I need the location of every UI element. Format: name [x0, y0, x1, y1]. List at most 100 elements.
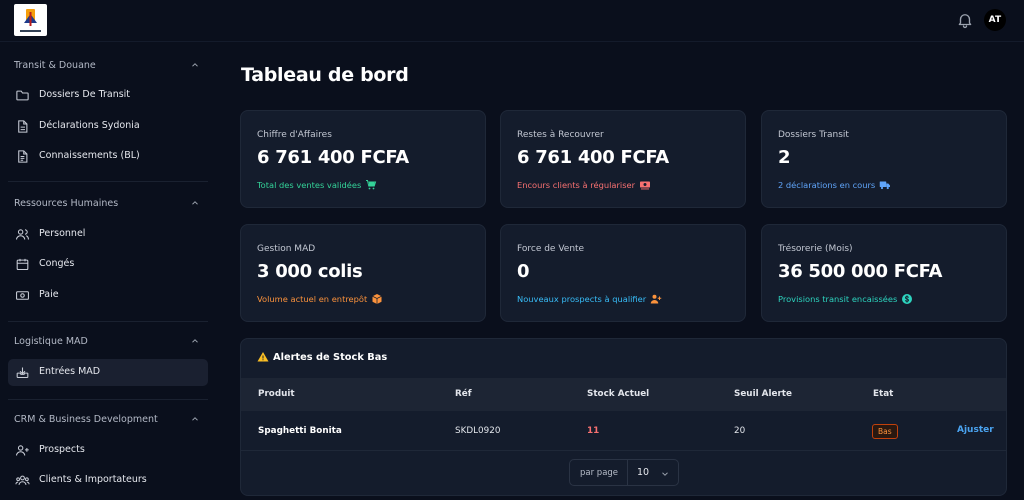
- kpi-subtitle-text: Encours clients à régulariser: [517, 180, 636, 190]
- kpi-value: 0: [517, 261, 530, 282]
- section-title: Logistique MAD: [14, 336, 88, 347]
- kpi-label: Restes à Recouvrer: [517, 130, 604, 140]
- sidebar-item-label: Entrées MAD: [39, 366, 101, 377]
- sidebar-item-prospects[interactable]: Prospects: [8, 437, 208, 464]
- kpi-subtitle: Nouveaux prospects à qualifier: [517, 293, 662, 305]
- adjust-button[interactable]: Ajuster: [957, 425, 994, 435]
- users-group-icon: [15, 475, 30, 485]
- sidebar-item-connaissements[interactable]: Connaissements (BL): [8, 143, 208, 170]
- sidebar-item-conges[interactable]: Congés: [8, 251, 208, 278]
- sidebar-section-ressources-humaines[interactable]: Ressources Humaines: [14, 198, 204, 212]
- top-bar: AT: [0, 0, 1024, 42]
- sidebar-item-label: Clients & Importateurs: [39, 474, 147, 485]
- kpi-value: 6 761 400 FCFA: [517, 147, 669, 168]
- kpi-label: Dossiers Transit: [778, 130, 849, 140]
- cart-icon: [366, 180, 377, 190]
- per-page-label: par page: [580, 468, 619, 478]
- kpi-subtitle: Encours clients à régulariser: [517, 179, 651, 191]
- sidebar-section-logistique-mad[interactable]: Logistique MAD: [14, 336, 204, 350]
- truck-icon: [879, 181, 891, 190]
- sidebar-item-label: Déclarations Sydonia: [39, 120, 140, 131]
- sidebar-item-paie[interactable]: Paie: [8, 282, 208, 309]
- kpi-label: Force de Vente: [517, 244, 585, 254]
- sidebar-item-entrees-mad[interactable]: Entrées MAD: [8, 359, 208, 386]
- kpi-card-force-de-vente: Force de Vente 0 Nouveaux prospects à qu…: [500, 224, 746, 322]
- sidebar-section-transit-douane[interactable]: Transit & Douane: [14, 60, 204, 74]
- cell-stock: 11: [587, 426, 600, 436]
- money-icon: [640, 181, 651, 190]
- user-avatar[interactable]: AT: [984, 9, 1006, 31]
- chevron-up-icon: [192, 339, 198, 343]
- column-header-ref[interactable]: Réf: [455, 389, 472, 399]
- kpi-subtitle-text: Nouveaux prospects à qualifier: [517, 294, 647, 304]
- kpi-label: Trésorerie (Mois): [778, 244, 853, 254]
- kpi-value: 6 761 400 FCFA: [257, 147, 409, 168]
- kpi-card-chiffre-affaires: Chiffre d'Affaires 6 761 400 FCFA Total …: [240, 110, 486, 208]
- sidebar-item-label: Prospects: [39, 444, 85, 455]
- sidebar-item-label: Congés: [39, 258, 75, 269]
- document-icon: [18, 120, 28, 133]
- column-header-stock-actuel[interactable]: Stock Actuel: [587, 389, 649, 399]
- page-title: Tableau de bord: [241, 64, 409, 86]
- sidebar-item-clients-importateurs[interactable]: Clients & Importateurs: [8, 467, 208, 494]
- kpi-value: 3 000 colis: [257, 261, 363, 282]
- kpi-value: 2: [778, 147, 791, 168]
- panel-title-text: Alertes de Stock Bas: [273, 351, 388, 363]
- cell-product: Spaghetti Bonita: [258, 426, 342, 436]
- sidebar-divider: [8, 399, 208, 400]
- kpi-label: Gestion MAD: [257, 244, 316, 254]
- column-header-etat[interactable]: Etat: [873, 389, 893, 399]
- company-logo[interactable]: [14, 4, 47, 36]
- kpi-label: Chiffre d'Affaires: [257, 130, 332, 140]
- sidebar-divider: [8, 321, 208, 322]
- kpi-card-dossiers-transit: Dossiers Transit 2 2 déclarations en cou…: [761, 110, 1007, 208]
- sidebar-item-declarations-sydonia[interactable]: Déclarations Sydonia: [8, 113, 208, 140]
- sidebar-item-label: Paie: [39, 289, 59, 300]
- sidebar: Transit & Douane Dossiers De Transit Déc…: [0, 43, 216, 500]
- kpi-card-restes-a-recouvrer: Restes à Recouvrer 6 761 400 FCFA Encour…: [500, 110, 746, 208]
- banknote-icon: [16, 291, 29, 300]
- per-page-value: 10: [637, 467, 650, 478]
- kpi-value: 36 500 000 FCFA: [778, 261, 943, 282]
- kpi-subtitle-text: Total des ventes validées: [257, 180, 362, 190]
- stock-alerts-panel: Alertes de Stock Bas Produit Réf Stock A…: [240, 338, 1007, 496]
- sidebar-section-crm[interactable]: CRM & Business Development: [14, 414, 204, 428]
- user-plus-icon: [650, 294, 662, 304]
- folder-icon: [16, 90, 29, 101]
- kpi-subtitle-text: Provisions transit encaissées: [778, 294, 898, 304]
- calendar-icon: [16, 258, 29, 271]
- cell-ref: SKDL0920: [455, 426, 501, 436]
- chevron-up-icon: [192, 201, 198, 205]
- sidebar-item-label: Personnel: [39, 228, 86, 239]
- sidebar-divider: [8, 181, 208, 182]
- document-lines-icon: [18, 150, 28, 163]
- table-header: Produit Réf Stock Actuel Seuil Alerte Et…: [241, 378, 1006, 411]
- kpi-subtitle: Volume actuel en entrepôt: [257, 293, 383, 305]
- panel-title: Alertes de Stock Bas: [257, 351, 387, 363]
- section-title: Ressources Humaines: [14, 198, 119, 209]
- chevron-up-icon: [192, 417, 198, 421]
- inbox-download-icon: [16, 367, 29, 379]
- column-header-produit[interactable]: Produit: [258, 389, 295, 399]
- per-page-select[interactable]: par page 10: [569, 459, 679, 486]
- column-header-seuil-alerte[interactable]: Seuil Alerte: [734, 389, 792, 399]
- chevron-up-icon: [192, 63, 198, 67]
- notification-bell-icon[interactable]: [956, 11, 974, 29]
- kpi-subtitle: 2 déclarations en cours: [778, 179, 891, 191]
- sidebar-item-label: Connaissements (BL): [39, 150, 140, 161]
- section-title: CRM & Business Development: [14, 414, 158, 425]
- chevron-down-icon: [662, 472, 668, 476]
- sidebar-item-personnel[interactable]: Personnel: [8, 221, 208, 248]
- table-row: Spaghetti Bonita SKDL0920 11 20 Bas Ajus…: [241, 411, 1006, 451]
- cell-threshold: 20: [734, 426, 746, 436]
- sidebar-item-label: Dossiers De Transit: [39, 89, 131, 100]
- users-icon: [16, 229, 29, 240]
- warning-icon: [257, 352, 269, 362]
- box-icon: [372, 294, 382, 304]
- kpi-subtitle-text: 2 déclarations en cours: [778, 180, 876, 190]
- kpi-subtitle-text: Volume actuel en entrepôt: [257, 294, 368, 304]
- sidebar-item-dossiers-de-transit[interactable]: Dossiers De Transit: [8, 82, 208, 109]
- kpi-card-tresorerie: Trésorerie (Mois) 36 500 000 FCFA Provis…: [761, 224, 1007, 322]
- kpi-subtitle: Provisions transit encaissées: [778, 293, 913, 305]
- user-plus-icon: [16, 445, 29, 456]
